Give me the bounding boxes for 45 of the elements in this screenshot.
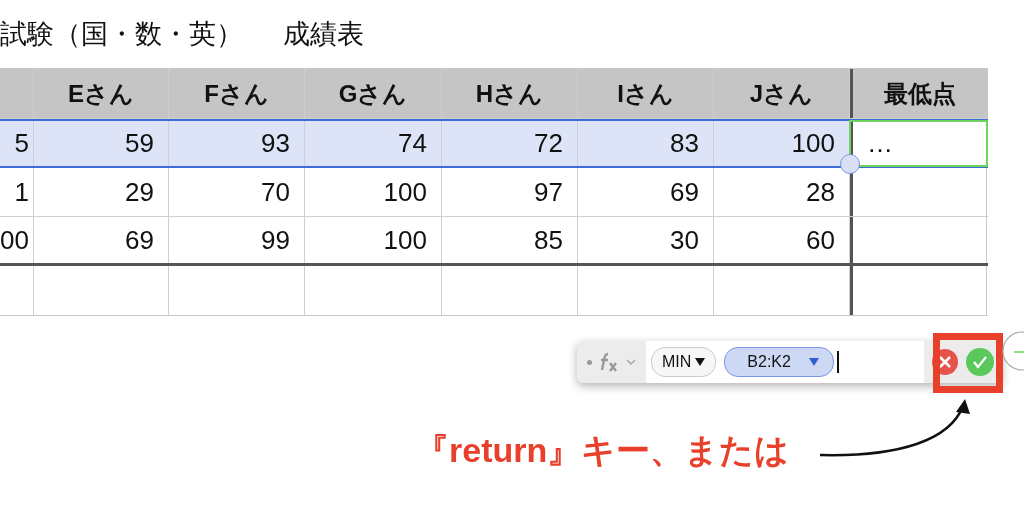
table-cell[interactable]: 72 xyxy=(442,121,578,166)
column-header[interactable]: Iさん xyxy=(578,69,714,118)
text-cursor xyxy=(836,351,839,373)
annotation-text: 『return』キー、または xyxy=(415,430,790,471)
column-header[interactable]: Fさん xyxy=(169,69,305,118)
column-header[interactable]: Gさん xyxy=(305,69,442,118)
function-token[interactable]: MIN xyxy=(651,347,717,377)
sheet-title: 試験（国・数・英） xyxy=(0,18,243,51)
function-icon[interactable] xyxy=(598,351,620,373)
table-cell[interactable]: 30 xyxy=(578,217,714,263)
table-cell[interactable]: 74 xyxy=(305,121,442,166)
active-cell[interactable]: … xyxy=(850,121,987,166)
caret-icon xyxy=(695,358,706,366)
column-header[interactable]: Hさん xyxy=(442,69,578,118)
table-cell[interactable]: 5 xyxy=(0,121,34,166)
cancel-icon[interactable] xyxy=(932,349,958,375)
table-cell[interactable]: 70 xyxy=(169,168,305,216)
table-cell[interactable]: 99 xyxy=(169,217,305,263)
table-cell[interactable]: 59 xyxy=(34,121,169,166)
table-cell[interactable] xyxy=(850,217,987,263)
formula-field[interactable]: MIN B2:K2 xyxy=(646,341,924,383)
table-cell[interactable]: 85 xyxy=(442,217,578,263)
table-cell[interactable]: 69 xyxy=(34,217,169,263)
column-header[interactable]: 最低点 xyxy=(850,69,987,118)
selected-row[interactable]: 5 59 93 74 72 83 100 … xyxy=(0,119,988,168)
table-cell[interactable]: 93 xyxy=(169,121,305,166)
sheet-title: 成績表 xyxy=(283,18,364,51)
confirm-icon[interactable] xyxy=(966,348,994,376)
table-cell[interactable] xyxy=(850,168,987,216)
table-cell[interactable]: 100 xyxy=(305,168,442,216)
column-header[interactable]: Eさん xyxy=(34,69,169,118)
table-row[interactable]: 1 29 70 100 97 69 28 xyxy=(0,168,988,217)
table-cell[interactable]: 69 xyxy=(578,168,714,216)
table-cell[interactable]: 1 xyxy=(0,168,34,216)
table-cell[interactable]: 29 xyxy=(34,168,169,216)
caret-icon xyxy=(808,358,819,366)
table-cell[interactable]: 97 xyxy=(442,168,578,216)
table-cell[interactable]: 100 xyxy=(305,217,442,263)
dot-icon xyxy=(587,359,592,365)
table-row[interactable]: 00 69 99 100 85 30 60 xyxy=(0,217,988,266)
chevron-icon[interactable] xyxy=(626,358,636,366)
table-cell[interactable]: 00 xyxy=(0,217,34,263)
table-cell[interactable]: 83 xyxy=(578,121,714,166)
range-token[interactable]: B2:K2 xyxy=(724,347,834,377)
empty-cell[interactable] xyxy=(850,266,987,315)
